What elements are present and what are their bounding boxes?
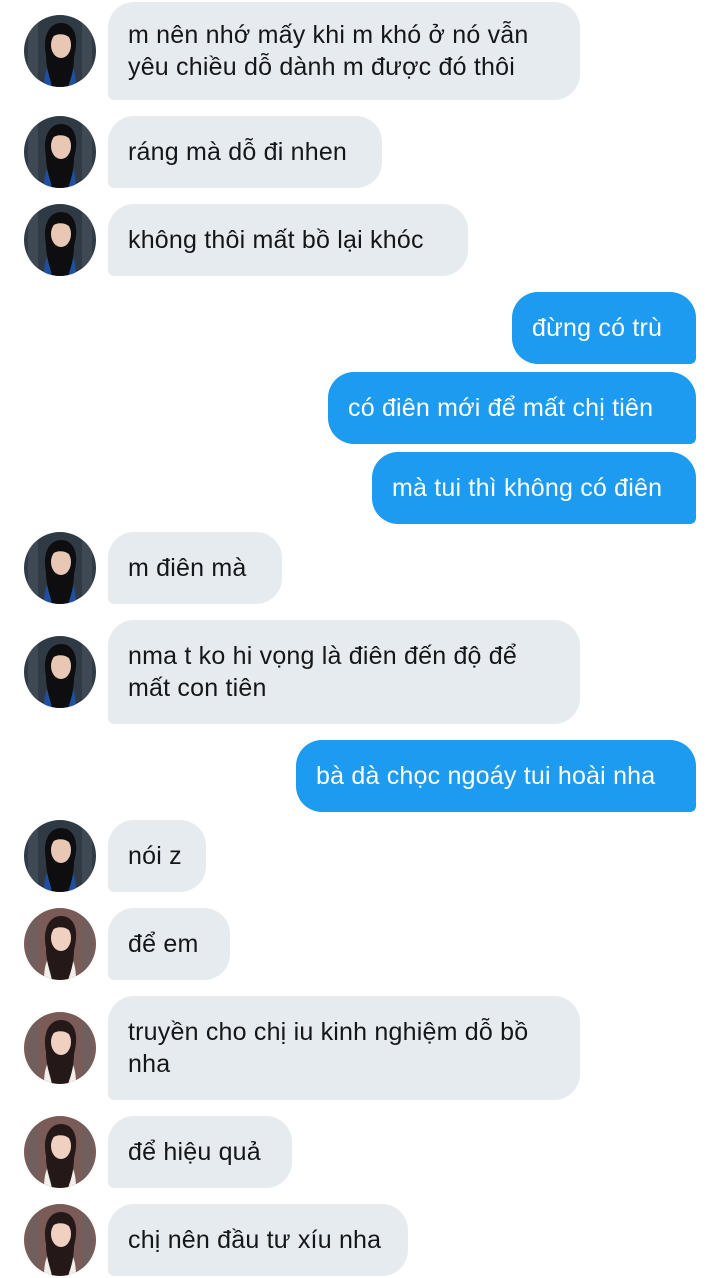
- incoming-message: để hiệu quả: [0, 1116, 720, 1188]
- outgoing-message: đừng có trù: [0, 292, 720, 364]
- message-bubble[interactable]: nói z: [108, 820, 206, 892]
- chat-thread: m nên nhớ mấy khi m khó ở nó vẫn yêu chi…: [0, 0, 720, 1278]
- avatar-dark-hair-girl[interactable]: [24, 204, 96, 276]
- avatar-dark-hair-girl[interactable]: [24, 116, 96, 188]
- message-bubble[interactable]: ráng mà dỗ đi nhen: [108, 116, 382, 188]
- message-bubble[interactable]: m điên mà: [108, 532, 282, 604]
- incoming-message: m nên nhớ mấy khi m khó ở nó vẫn yêu chi…: [0, 2, 720, 100]
- incoming-message: truyền cho chị iu kinh nghiệm dỗ bồ nha: [0, 996, 720, 1100]
- avatar-white-sweater-girl[interactable]: [24, 908, 96, 980]
- message-bubble[interactable]: có điên mới để mất chị tiên: [328, 372, 696, 444]
- avatar-dark-hair-girl[interactable]: [24, 532, 96, 604]
- message-bubble[interactable]: để em: [108, 908, 230, 980]
- message-bubble[interactable]: đừng có trù: [512, 292, 696, 364]
- message-bubble[interactable]: nma t ko hi vọng là điên đến độ để mất c…: [108, 620, 580, 724]
- avatar-white-sweater-girl[interactable]: [24, 1204, 96, 1276]
- avatar-dark-hair-girl[interactable]: [24, 636, 96, 708]
- message-bubble[interactable]: chị nên đầu tư xíu nha: [108, 1204, 408, 1276]
- incoming-message: chị nên đầu tư xíu nha: [0, 1204, 720, 1276]
- outgoing-message: có điên mới để mất chị tiên: [0, 372, 720, 444]
- outgoing-message: bà dà chọc ngoáy tui hoài nha: [0, 740, 720, 812]
- incoming-message: nói z: [0, 820, 720, 892]
- avatar-dark-hair-girl[interactable]: [24, 15, 96, 87]
- incoming-message: ráng mà dỗ đi nhen: [0, 116, 720, 188]
- avatar-white-sweater-girl[interactable]: [24, 1012, 96, 1084]
- message-bubble[interactable]: m nên nhớ mấy khi m khó ở nó vẫn yêu chi…: [108, 2, 580, 100]
- incoming-message: không thôi mất bồ lại khóc: [0, 204, 720, 276]
- message-bubble[interactable]: bà dà chọc ngoáy tui hoài nha: [296, 740, 696, 812]
- message-bubble[interactable]: để hiệu quả: [108, 1116, 292, 1188]
- outgoing-message: mà tui thì không có điên: [0, 452, 720, 524]
- message-bubble[interactable]: không thôi mất bồ lại khóc: [108, 204, 468, 276]
- incoming-message: m điên mà: [0, 532, 720, 604]
- message-bubble[interactable]: mà tui thì không có điên: [372, 452, 696, 524]
- avatar-dark-hair-girl[interactable]: [24, 820, 96, 892]
- message-bubble[interactable]: truyền cho chị iu kinh nghiệm dỗ bồ nha: [108, 996, 580, 1100]
- incoming-message: để em: [0, 908, 720, 980]
- incoming-message: nma t ko hi vọng là điên đến độ để mất c…: [0, 620, 720, 724]
- avatar-white-sweater-girl[interactable]: [24, 1116, 96, 1188]
